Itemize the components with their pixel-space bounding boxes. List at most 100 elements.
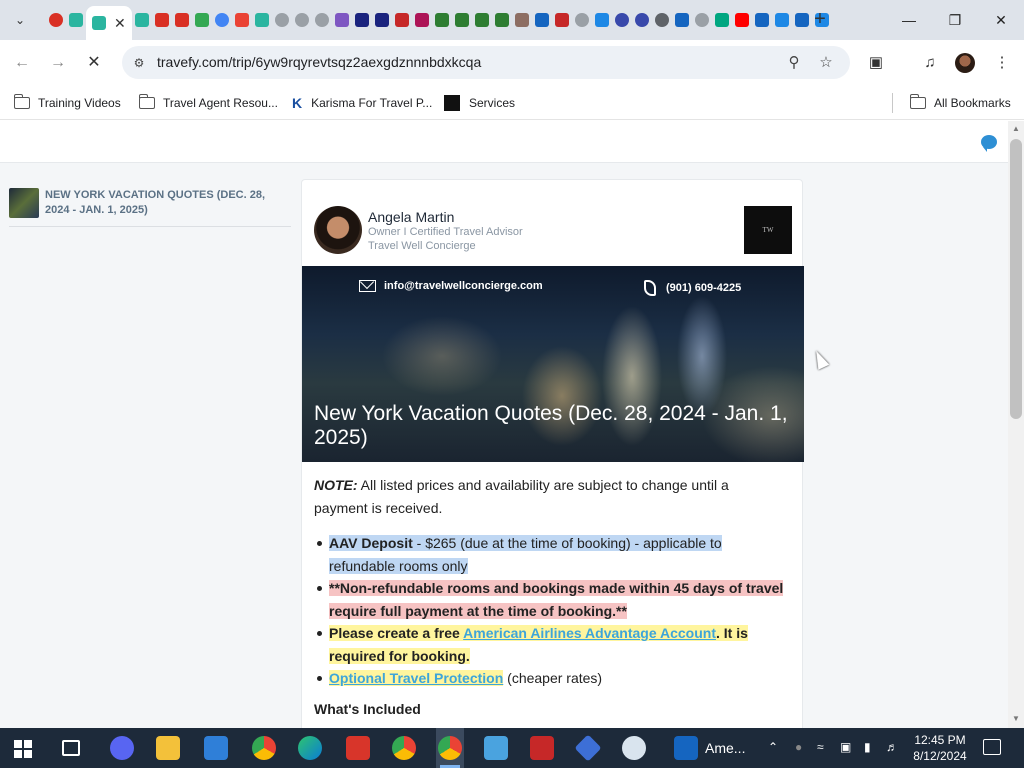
microphone-icon[interactable]: ● [795,740,802,754]
chrome-icon[interactable] [392,736,416,760]
browser-tab[interactable] [46,6,66,34]
edge-icon[interactable] [298,736,322,760]
app-cube-icon[interactable] [574,734,602,762]
bookmark-training-videos[interactable]: Training Videos [13,94,121,112]
bookmark-label: Training Videos [38,96,121,110]
browser-tab[interactable] [312,6,332,34]
mcafee-icon[interactable] [530,736,554,760]
mic-active-icon[interactable]: ▮ [864,740,871,754]
browser-tab[interactable] [512,6,532,34]
taskbar-app-label[interactable]: Ame... [705,740,745,756]
zoom-icon[interactable]: ⚲ [784,53,804,73]
folder-icon [138,94,155,109]
bookmark-travel-agent-resources[interactable]: Travel Agent Resou... [138,94,278,112]
address-bar[interactable]: ⚙ travefy.com/trip/6yw9rqyrevtsqz2aexgdz… [122,46,850,79]
browser-tab[interactable] [472,6,492,34]
file-explorer-icon[interactable] [156,736,180,760]
browser-tab[interactable] [692,6,712,34]
chrome-active-icon[interactable] [438,736,462,760]
browser-tab[interactable] [292,6,312,34]
scroll-up-icon[interactable]: ▲ [1011,124,1021,134]
all-bookmarks-button[interactable]: All Bookmarks [909,94,1011,112]
browser-tab[interactable] [432,6,452,34]
browser-tab[interactable] [192,6,212,34]
chat-icon[interactable] [981,135,997,152]
browser-tab[interactable] [792,6,812,34]
browser-tab[interactable] [732,6,752,34]
extensions-icon[interactable]: ▣ [864,51,888,75]
browser-tab[interactable] [492,6,512,34]
browser-tab[interactable] [712,6,732,34]
profile-avatar[interactable] [955,53,975,73]
browser-tab[interactable] [632,6,652,34]
page-scrollbar[interactable]: ▲ ▼ [1008,121,1024,728]
browser-tab[interactable] [752,6,772,34]
hero-phone[interactable]: (901) 609-4225 [644,280,741,296]
browser-tab[interactable] [452,6,472,34]
outlook-icon[interactable] [674,736,698,760]
media-controls-icon[interactable]: ♫ [918,51,942,75]
bird-app-icon[interactable] [622,736,646,760]
browser-tab[interactable] [132,6,152,34]
browser-tab[interactable] [272,6,292,34]
browser-tab[interactable] [412,6,432,34]
chevron-up-icon[interactable]: ⌃ [768,740,778,754]
discord-icon[interactable] [110,736,134,760]
system-clock[interactable]: 12:45 PM 8/12/2024 [912,732,968,764]
travel-protection-link[interactable]: Optional Travel Protection [329,670,504,686]
windows-start-icon[interactable] [14,740,32,758]
browser-tab[interactable] [332,6,352,34]
menu-icon[interactable]: ⋮ [990,51,1014,75]
browser-tab[interactable] [232,6,252,34]
browser-tab[interactable] [612,6,632,34]
pdf-reader-icon[interactable] [346,736,370,760]
hero-email[interactable]: info@travelwellconcierge.com [359,280,543,292]
browser-tab[interactable] [252,6,272,34]
tab-close-button[interactable]: ✕ [114,15,126,32]
new-tab-button[interactable]: + [810,9,830,30]
task-view-icon[interactable] [62,740,80,756]
bookmark-karisma[interactable]: K Karisma For Travel P... [292,94,432,112]
folder-icon [909,94,926,109]
trip-card: Angela Martin Owner I Certified Travel A… [301,179,804,728]
notification-icon[interactable] [983,739,1001,755]
browser-tab[interactable] [552,6,572,34]
calculator-icon[interactable] [484,736,508,760]
forward-button[interactable]: → [46,51,70,75]
minimize-button[interactable]: — [895,8,923,32]
mail-app-icon[interactable] [204,736,228,760]
bookmark-services[interactable]: Services [444,94,515,112]
restore-button[interactable]: ❐ [941,8,969,32]
browser-tab[interactable] [772,6,792,34]
wifi-icon[interactable]: ≈ [817,740,824,754]
browser-tab[interactable] [392,6,412,34]
stop-loading-button[interactable]: ✕ [82,51,106,75]
browser-tab[interactable] [592,6,612,34]
site-settings-icon[interactable]: ⚙ [130,54,148,72]
scroll-down-icon[interactable]: ▼ [1011,714,1021,724]
browser-tab[interactable] [212,6,232,34]
browser-tab[interactable] [372,6,392,34]
browser-tab[interactable] [652,6,672,34]
browser-tab[interactable] [152,6,172,34]
aadvantage-link[interactable]: American Airlines Advantage Account [463,625,716,641]
browser-tab[interactable] [532,6,552,34]
tripadvisor-icon [715,13,729,27]
bookmark-star-icon[interactable]: ☆ [816,53,836,73]
back-button[interactable]: ← [10,51,34,75]
services-icon [444,95,460,111]
browser-tab[interactable] [672,6,692,34]
close-window-button[interactable]: ✕ [987,8,1015,32]
volume-icon[interactable]: ♬ [886,740,898,754]
tab-search-button[interactable]: ⌄ [8,8,32,32]
sidebar-trip-item[interactable]: NEW YORK VACATION QUOTES (DEC. 28, 2024 … [9,188,291,227]
scroll-thumb[interactable] [1010,139,1022,419]
browser-tab[interactable] [66,6,86,34]
browser-tab[interactable] [352,6,372,34]
chrome-profile-k-icon[interactable] [252,736,276,760]
browser-tab[interactable] [172,6,192,34]
meet-now-icon[interactable]: ▣ [840,740,851,754]
browser-tab-active[interactable]: ✕ [86,6,132,40]
url-text[interactable]: travefy.com/trip/6yw9rqyrevtsqz2aexgdznn… [157,54,481,70]
browser-tab[interactable] [572,6,592,34]
